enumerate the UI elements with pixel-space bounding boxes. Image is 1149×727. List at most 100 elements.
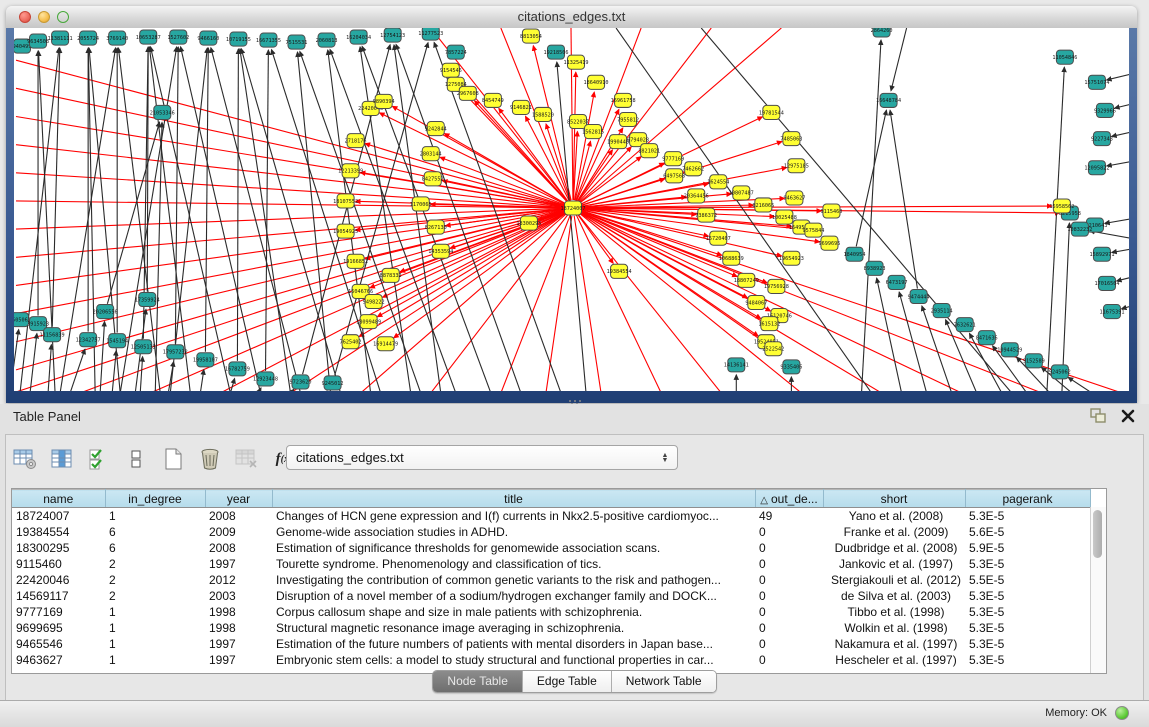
network-node[interactable]: 6473197 xyxy=(886,275,908,289)
network-node[interactable]: 18807249 xyxy=(734,273,759,287)
table-cell[interactable]: 18300295 xyxy=(12,540,105,556)
show-columns-icon[interactable] xyxy=(49,446,75,472)
table-row[interactable]: 946554611997Estimation of the future num… xyxy=(12,636,1090,652)
network-node[interactable]: 6497568 xyxy=(663,169,685,183)
network-node[interactable]: 2803144 xyxy=(420,147,442,161)
table-row[interactable]: 911546021997Tourette syndrome. Phenomeno… xyxy=(12,556,1090,572)
network-node[interactable]: 15751074 xyxy=(1084,75,1109,89)
table-cell[interactable]: 1 xyxy=(105,604,205,620)
table-cell[interactable]: Structural magnetic resonance image aver… xyxy=(272,620,755,636)
network-node[interactable]: 12213399 xyxy=(338,164,363,178)
table-cell[interactable]: Estimation of the future numbers of pati… xyxy=(272,636,755,652)
network-node[interactable]: 19781544 xyxy=(759,105,784,119)
table-cell[interactable]: 2008 xyxy=(205,508,272,525)
network-node[interactable]: 1545194 xyxy=(106,334,128,348)
network-node[interactable]: 9242844 xyxy=(425,122,447,136)
table-cell[interactable]: 2009 xyxy=(205,524,272,540)
table-cell[interactable]: 5.3E-5 xyxy=(965,652,1090,668)
table-cell[interactable]: 2012 xyxy=(205,572,272,588)
network-node[interactable]: 11156839 xyxy=(40,328,65,342)
network-node[interactable]: 9575844 xyxy=(802,223,824,237)
network-node[interactable]: 2055724 xyxy=(77,31,99,45)
network-node[interactable]: 9227343 xyxy=(1091,132,1113,146)
network-node[interactable]: 19218506 xyxy=(543,45,568,59)
table-cell[interactable]: 9115460 xyxy=(12,556,105,572)
network-node[interactable]: 9634508 xyxy=(27,34,49,48)
network-node[interactable]: 1821021 xyxy=(638,144,660,158)
table-row[interactable]: 969969511998Structural magnetic resonanc… xyxy=(12,620,1090,636)
table-cell[interactable]: 2 xyxy=(105,588,205,604)
network-node[interactable]: 15892971 xyxy=(1089,247,1114,261)
table-cell[interactable]: 5.3E-5 xyxy=(965,588,1090,604)
network-node[interactable]: 16914479 xyxy=(373,337,398,351)
network-node[interactable]: 15958562 xyxy=(1049,199,1074,213)
table-cell[interactable]: Tibbo et al. (1998) xyxy=(823,604,965,620)
network-hub-node[interactable]: 18724007 xyxy=(560,201,585,215)
table-cell[interactable]: 0 xyxy=(755,604,823,620)
network-node[interactable]: 20206556 xyxy=(93,305,118,319)
table-cell[interactable]: 2003 xyxy=(205,588,272,604)
table-cell[interactable]: Estimation of significance thresholds fo… xyxy=(272,540,755,556)
table-cell[interactable]: 5.5E-5 xyxy=(965,572,1090,588)
network-node[interactable]: 9723620 xyxy=(290,375,312,389)
network-node[interactable]: 11277523 xyxy=(418,28,443,40)
table-cell[interactable]: 22420046 xyxy=(12,572,105,588)
column-header[interactable]: △out_de... xyxy=(755,490,823,508)
network-node[interactable]: 8813054 xyxy=(520,29,542,43)
network-node[interactable]: 7386372 xyxy=(695,208,717,222)
table-cell[interactable]: 1998 xyxy=(205,604,272,620)
tab-node-table[interactable]: Node Table xyxy=(433,671,522,692)
table-row[interactable]: 1830029562008Estimation of significance … xyxy=(12,540,1090,556)
close-panel-icon[interactable] xyxy=(1121,409,1135,423)
network-node[interactable]: 12505135 xyxy=(131,340,156,354)
network-node[interactable]: 14136141 xyxy=(724,358,749,372)
network-node[interactable]: 2935114 xyxy=(931,304,953,318)
network-node[interactable]: 16782759 xyxy=(225,362,250,376)
node-table-grid[interactable]: namein_degreeyeartitle△out_de...shortpag… xyxy=(12,489,1091,668)
table-cell[interactable]: Investigating the contribution of common… xyxy=(272,572,755,588)
network-node[interactable]: 3769140 xyxy=(106,31,128,45)
table-cell[interactable]: Corpus callosum shape and size in male p… xyxy=(272,604,755,620)
network-node[interactable]: 7625402 xyxy=(340,335,362,349)
network-node[interactable]: 9245012 xyxy=(322,376,344,390)
table-cell[interactable]: 5.3E-5 xyxy=(965,620,1090,636)
table-cell[interactable]: 1 xyxy=(105,652,205,668)
network-node[interactable]: 15720407 xyxy=(706,231,731,245)
table-cell[interactable]: de Silva et al. (2003) xyxy=(823,588,965,604)
network-node[interactable]: 7857224 xyxy=(445,45,467,59)
table-cell[interactable]: 18724007 xyxy=(12,508,105,525)
table-cell[interactable]: 14569117 xyxy=(12,588,105,604)
table-row[interactable]: 1938455462009Genome-wide association stu… xyxy=(12,524,1090,540)
network-node[interactable]: 9463627 xyxy=(783,191,805,205)
network-node[interactable]: 9115460 xyxy=(821,204,843,218)
network-node[interactable]: 12095822 xyxy=(1084,161,1109,175)
column-header[interactable]: title xyxy=(272,490,755,508)
table-cell[interactable]: 1997 xyxy=(205,636,272,652)
network-node[interactable]: 12342757 xyxy=(76,333,101,347)
table-cell[interactable]: Changes of HCN gene expression and I(f) … xyxy=(272,508,755,525)
table-cell[interactable]: 0 xyxy=(755,636,823,652)
network-node[interactable]: 11381111 xyxy=(48,31,73,45)
table-cell[interactable]: 6 xyxy=(105,524,205,540)
table-cell[interactable]: 9463627 xyxy=(12,652,105,668)
table-vertical-scrollbar[interactable] xyxy=(1090,507,1106,673)
table-row[interactable]: 977716911998Corpus callosum shape and si… xyxy=(12,604,1090,620)
network-node[interactable]: 9335406 xyxy=(780,360,802,374)
network-node[interactable]: 17957232 xyxy=(163,345,188,359)
network-node[interactable]: 9699695 xyxy=(819,236,841,250)
network-node[interactable]: 8216065 xyxy=(752,198,774,212)
table-cell[interactable]: 0 xyxy=(755,652,823,668)
network-node[interactable]: 10944529 xyxy=(997,343,1022,357)
network-node[interactable]: 1562815 xyxy=(582,125,604,139)
table-row[interactable]: 2242004622012Investigating the contribut… xyxy=(12,572,1090,588)
table-cell[interactable]: Jankovic et al. (1997) xyxy=(823,556,965,572)
table-cell[interactable]: Disruption of a novel member of a sodium… xyxy=(272,588,755,604)
table-cell[interactable]: 2 xyxy=(105,556,205,572)
table-cell[interactable]: 5.3E-5 xyxy=(965,508,1090,525)
select-attributes-icon[interactable] xyxy=(86,446,112,472)
table-cell[interactable]: 1 xyxy=(105,620,205,636)
column-header[interactable]: in_degree xyxy=(105,490,205,508)
network-node[interactable]: 2718176 xyxy=(345,134,367,148)
network-node[interactable]: 8471636 xyxy=(976,331,998,345)
network-node[interactable]: 18300295 xyxy=(516,216,541,230)
